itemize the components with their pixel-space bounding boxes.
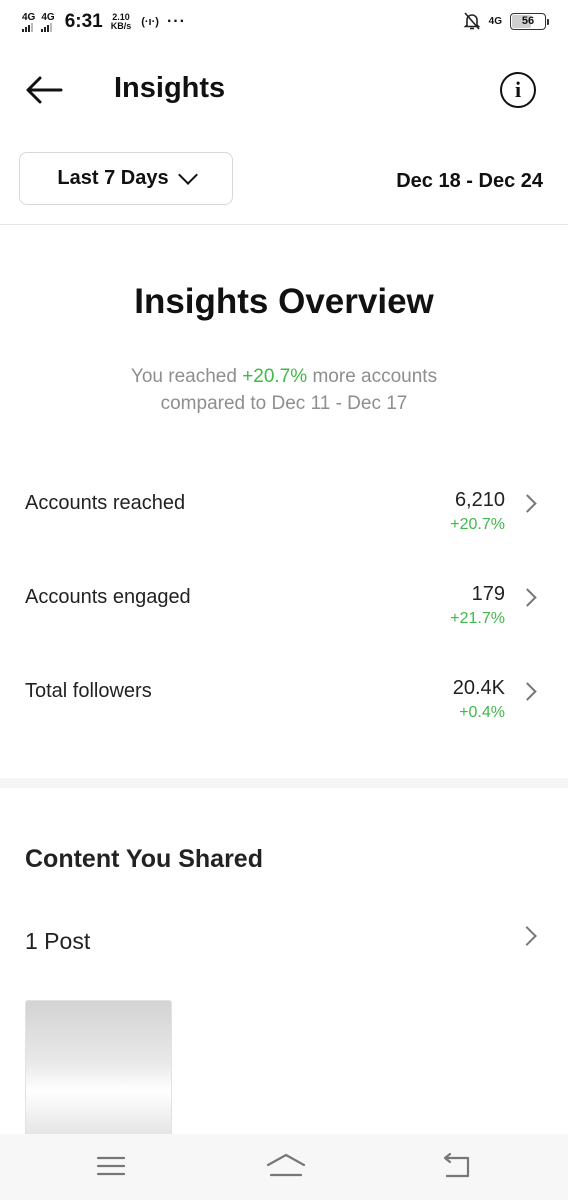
network-label-1: 4G <box>22 11 36 23</box>
battery-level: 56 <box>521 15 535 27</box>
overview-title: Insights Overview <box>134 282 434 321</box>
app-header: Insights i <box>0 60 568 120</box>
posts-count-label: 1 Post <box>25 928 91 954</box>
date-range: Dec 18 - Dec 24 <box>396 170 543 192</box>
metric-change: +0.4% <box>459 704 505 721</box>
subtitle-suffix: more accounts <box>307 366 438 387</box>
metric-label: Accounts reached <box>25 492 186 514</box>
subtitle-comparison: compared to Dec 11 - Dec 17 <box>160 393 408 414</box>
network-label-right: 4G <box>488 15 502 27</box>
hotspot-icon: (·ı·) <box>141 16 159 28</box>
menu-icon[interactable] <box>91 1148 131 1184</box>
chevron-right-icon <box>517 926 537 946</box>
overview-subtitle: You reached +20.7% more accounts compare… <box>0 363 568 417</box>
speed-unit: KB/s <box>110 21 132 31</box>
metric-value: 179 <box>471 583 505 605</box>
network-label-2: 4G <box>41 11 55 23</box>
signal-bars-icon <box>41 22 53 32</box>
status-bar: 4G 4G 6:31 2.10 KB/s (·ı·) ··· 4G 56 <box>0 0 568 44</box>
chevron-right-icon <box>518 494 537 513</box>
signal-bars-icon <box>22 22 33 32</box>
metric-value: 20.4K <box>452 677 505 699</box>
posts-row[interactable]: 1 Post <box>0 925 568 961</box>
subtitle-change: +20.7% <box>242 366 308 387</box>
metric-label: Total followers <box>25 680 152 702</box>
chevron-right-icon <box>518 682 537 701</box>
metric-change: +21.7% <box>450 610 505 627</box>
divider <box>0 224 568 225</box>
more-notifications-icon: ··· <box>166 13 186 30</box>
chevron-down-icon <box>177 164 198 185</box>
system-nav-bar <box>0 1134 568 1200</box>
page-title: Insights <box>114 72 226 104</box>
chevron-right-icon <box>518 588 537 607</box>
status-time: 6:31 <box>64 11 103 32</box>
content-section-title: Content You Shared <box>25 845 263 873</box>
back-nav-icon[interactable] <box>436 1148 476 1184</box>
info-icon[interactable]: i <box>500 72 536 108</box>
network-speed: 2.10 KB/s <box>111 13 132 31</box>
section-divider <box>0 778 568 788</box>
notifications-off-icon <box>463 12 481 30</box>
period-label: Last 7 Days <box>57 167 169 189</box>
signal-indicator-2: 4G <box>41 11 55 32</box>
home-icon[interactable] <box>264 1148 308 1184</box>
post-thumbnail[interactable] <box>25 1000 172 1140</box>
signal-indicator-1: 4G <box>22 11 36 32</box>
period-dropdown[interactable]: Last 7 Days <box>19 152 233 205</box>
metric-accounts-engaged[interactable]: Accounts engaged 179 +21.7% <box>0 583 568 646</box>
metric-change: +20.7% <box>450 516 505 533</box>
metric-value: 6,210 <box>454 489 505 511</box>
metric-label: Accounts engaged <box>25 586 191 608</box>
battery-icon: 56 <box>510 12 549 30</box>
metric-total-followers[interactable]: Total followers 20.4K +0.4% <box>0 677 568 740</box>
metric-accounts-reached[interactable]: Accounts reached 6,210 +20.7% <box>0 489 568 552</box>
back-arrow-icon[interactable] <box>24 74 64 106</box>
subtitle-prefix: You reached <box>130 366 243 387</box>
